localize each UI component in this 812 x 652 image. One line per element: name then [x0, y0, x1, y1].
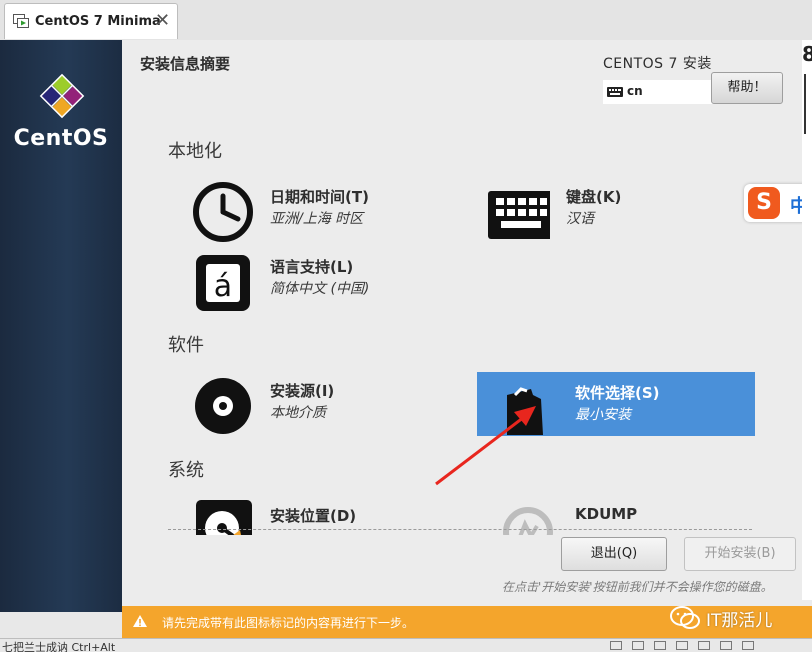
page-title: 安装信息摘要 — [140, 55, 231, 73]
section-title-localization: 本地化 — [168, 141, 222, 162]
clock-icon — [193, 182, 253, 242]
spoke-software-selection[interactable]: 软件选择(S) 最小安装 — [477, 372, 755, 436]
scroll-divider — [168, 529, 752, 530]
spoke-name: 安装源(I) — [270, 382, 335, 400]
keyboard-icon — [488, 191, 550, 239]
clipped-line — [804, 74, 812, 134]
background-window-edge: 8 — [802, 40, 812, 600]
quit-button[interactable]: 退出(Q) — [561, 537, 667, 571]
disk-safety-hint: 在点击'开始安装'按钮前我们并不会操作您的磁盘。 — [502, 580, 773, 594]
section-title-system: 系统 — [168, 460, 204, 481]
keyboard-layout-indicator[interactable]: cn — [603, 80, 713, 104]
spoke-name: 安装位置(D) — [270, 507, 357, 525]
disc-icon — [195, 378, 251, 434]
keyboard-small-icon — [607, 87, 623, 97]
installation-summary: 安装信息摘要 CENTOS 7 安装 cn 帮助！ 本地化 日期和时间(T) 亚… — [122, 40, 812, 606]
vm-tab[interactable]: CentOS 7 Minima ✕ — [4, 3, 178, 39]
ime-logo-icon: S — [748, 187, 780, 219]
close-icon[interactable]: ✕ — [155, 9, 170, 33]
device-icon[interactable] — [698, 641, 710, 650]
centos-logo-icon — [39, 73, 85, 119]
vm-status-bar: 七把兰士成讷 Ctrl+Alt — [0, 638, 812, 652]
spoke-status: 亚洲/上海 时区 — [270, 211, 364, 227]
sidebar: CentOS — [0, 40, 122, 612]
spoke-name: 语言支持(L) — [270, 258, 354, 276]
spoke-name: 日期和时间(T) — [270, 188, 369, 206]
spoke-date-time[interactable]: 日期和时间(T) 亚洲/上海 时区 — [172, 176, 450, 242]
clipped-glyph: 8 — [802, 42, 812, 66]
spoke-status: 本地介质 — [270, 405, 326, 421]
tab-title: CentOS 7 Minima — [35, 14, 161, 29]
device-icon[interactable] — [676, 641, 688, 650]
section-title-software: 软件 — [168, 335, 204, 356]
spoke-status: 汉语 — [566, 211, 594, 227]
wechat-label: IT那活儿 — [706, 611, 773, 631]
spoke-status: 最小安装 — [575, 407, 631, 423]
wechat-icon — [670, 606, 700, 629]
device-icon[interactable] — [654, 641, 666, 650]
device-icon[interactable] — [610, 641, 622, 650]
language-icon: á — [196, 255, 250, 311]
warning-text: 请先完成带有此图标标记的内容再进行下一步。 — [162, 616, 415, 630]
spoke-name: 键盘(K) — [566, 188, 622, 206]
software-package-icon — [507, 387, 543, 435]
spoke-installation-source[interactable]: 安装源(I) 本地介质 — [172, 370, 450, 434]
device-icon[interactable] — [632, 641, 644, 650]
keyboard-layout-value: cn — [627, 84, 643, 98]
spoke-name: KDUMP — [575, 505, 638, 523]
device-icon[interactable] — [742, 641, 754, 650]
wechat-watermark: IT那活儿 — [670, 604, 800, 634]
spoke-name: 软件选择(S) — [575, 384, 660, 402]
begin-installation-button[interactable]: 开始安装(B) — [684, 537, 796, 571]
brand-name: CentOS — [13, 126, 109, 151]
status-text: 七把兰士成讷 Ctrl+Alt — [2, 641, 116, 652]
help-button[interactable]: 帮助！ — [711, 72, 783, 104]
tab-strip: CentOS 7 Minima ✕ — [0, 0, 812, 41]
vm-icon — [13, 14, 29, 28]
svg-text:á: á — [214, 269, 232, 304]
device-icon[interactable] — [720, 641, 732, 650]
product-title: CENTOS 7 安装 — [603, 56, 712, 72]
spoke-status: 简体中文 (中国) — [270, 281, 370, 297]
warning-icon — [133, 615, 147, 627]
spoke-language[interactable]: á 语言支持(L) 简体中文 (中国) — [172, 246, 450, 311]
spoke-keyboard[interactable]: 键盘(K) 汉语 — [468, 176, 746, 240]
